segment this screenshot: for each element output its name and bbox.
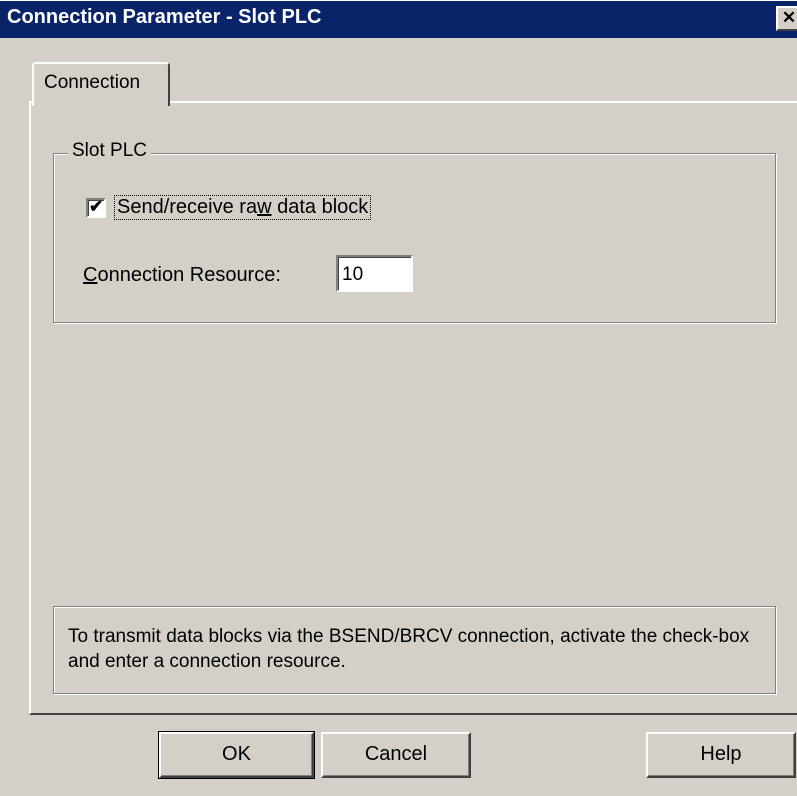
window-title: Connection Parameter - Slot PLC — [7, 6, 322, 28]
ok-button[interactable]: OK — [158, 731, 315, 779]
close-icon: ✕ — [781, 8, 797, 27]
tab-connection[interactable]: Connection — [32, 62, 170, 106]
help-button[interactable]: Help — [646, 732, 796, 778]
title-bar[interactable]: Connection Parameter - Slot PLC — [0, 0, 797, 38]
slot-plc-group-legend: Slot PLC — [68, 140, 151, 162]
tab-connection-label: Connection — [44, 72, 141, 93]
connection-parameter-dialog: Connection Parameter - Slot PLC ✕ Connec… — [0, 0, 797, 796]
cancel-button[interactable]: Cancel — [321, 732, 471, 778]
close-button[interactable]: ✕ — [776, 6, 797, 31]
tab-panel-connection — [29, 101, 797, 715]
